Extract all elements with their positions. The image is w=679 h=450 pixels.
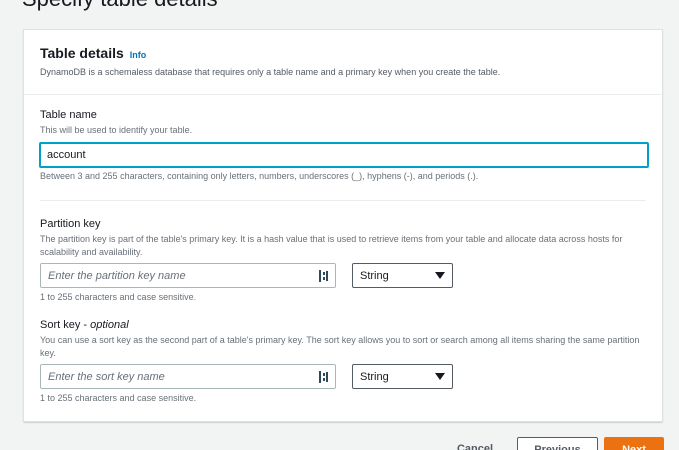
partition-key-description: The partition key is part of the table's… [40,234,623,257]
caret-down-icon [435,272,445,279]
cancel-button[interactable]: Cancel [450,437,500,450]
sort-key-label-separator: - [80,319,91,331]
sort-key-optional-label: optional [90,319,129,331]
caret-down-icon [435,373,445,380]
sort-key-type-value: String [360,370,389,383]
sort-key-label-text: Sort key [40,319,81,331]
partition-key-field: Partition key The partition key is part … [40,218,648,259]
table-details-panel: Table details Info DynamoDB is a schemal… [23,29,663,422]
partition-key-type-select[interactable]: String [352,263,453,288]
sort-key-input[interactable]: Enter the sort key name [40,364,336,389]
partition-key-type-value: String [360,269,389,282]
panel-description: DynamoDB is a schemaless database that r… [40,67,501,77]
section-divider [40,200,646,201]
previous-button[interactable]: Previous [517,437,598,450]
table-name-field: Table name This will be used to identify… [40,109,648,137]
sort-key-type-select[interactable]: String [352,364,453,389]
table-name-label: Table name [40,109,97,121]
table-name-input[interactable]: account [39,142,649,168]
table-name-value: account [47,149,86,161]
sort-key-label: Sort key - optional [40,319,648,331]
keyboard-shortcut-icon [319,269,328,282]
sort-key-field: Sort key - optional You can use a sort k… [40,319,648,360]
info-link[interactable]: Info [130,50,147,60]
partition-key-placeholder: Enter the partition key name [48,269,186,282]
next-button[interactable]: Next [604,437,664,450]
partition-key-input[interactable]: Enter the partition key name [40,263,336,288]
panel-title: Table details [40,45,124,61]
sort-key-description: You can use a sort key as the second par… [40,335,640,358]
partition-key-label: Partition key [40,218,101,230]
sort-key-constraint: 1 to 255 characters and case sensitive. [40,393,197,403]
partition-key-constraint: 1 to 255 characters and case sensitive. [40,292,197,302]
sort-key-placeholder: Enter the sort key name [48,370,165,383]
panel-header: Table details Info DynamoDB is a schemal… [24,30,662,95]
table-name-description: This will be used to identify your table… [40,125,193,135]
page-title: Specify table details [22,0,218,12]
table-name-constraint: Between 3 and 255 characters, containing… [40,171,479,181]
keyboard-shortcut-icon [319,370,328,383]
